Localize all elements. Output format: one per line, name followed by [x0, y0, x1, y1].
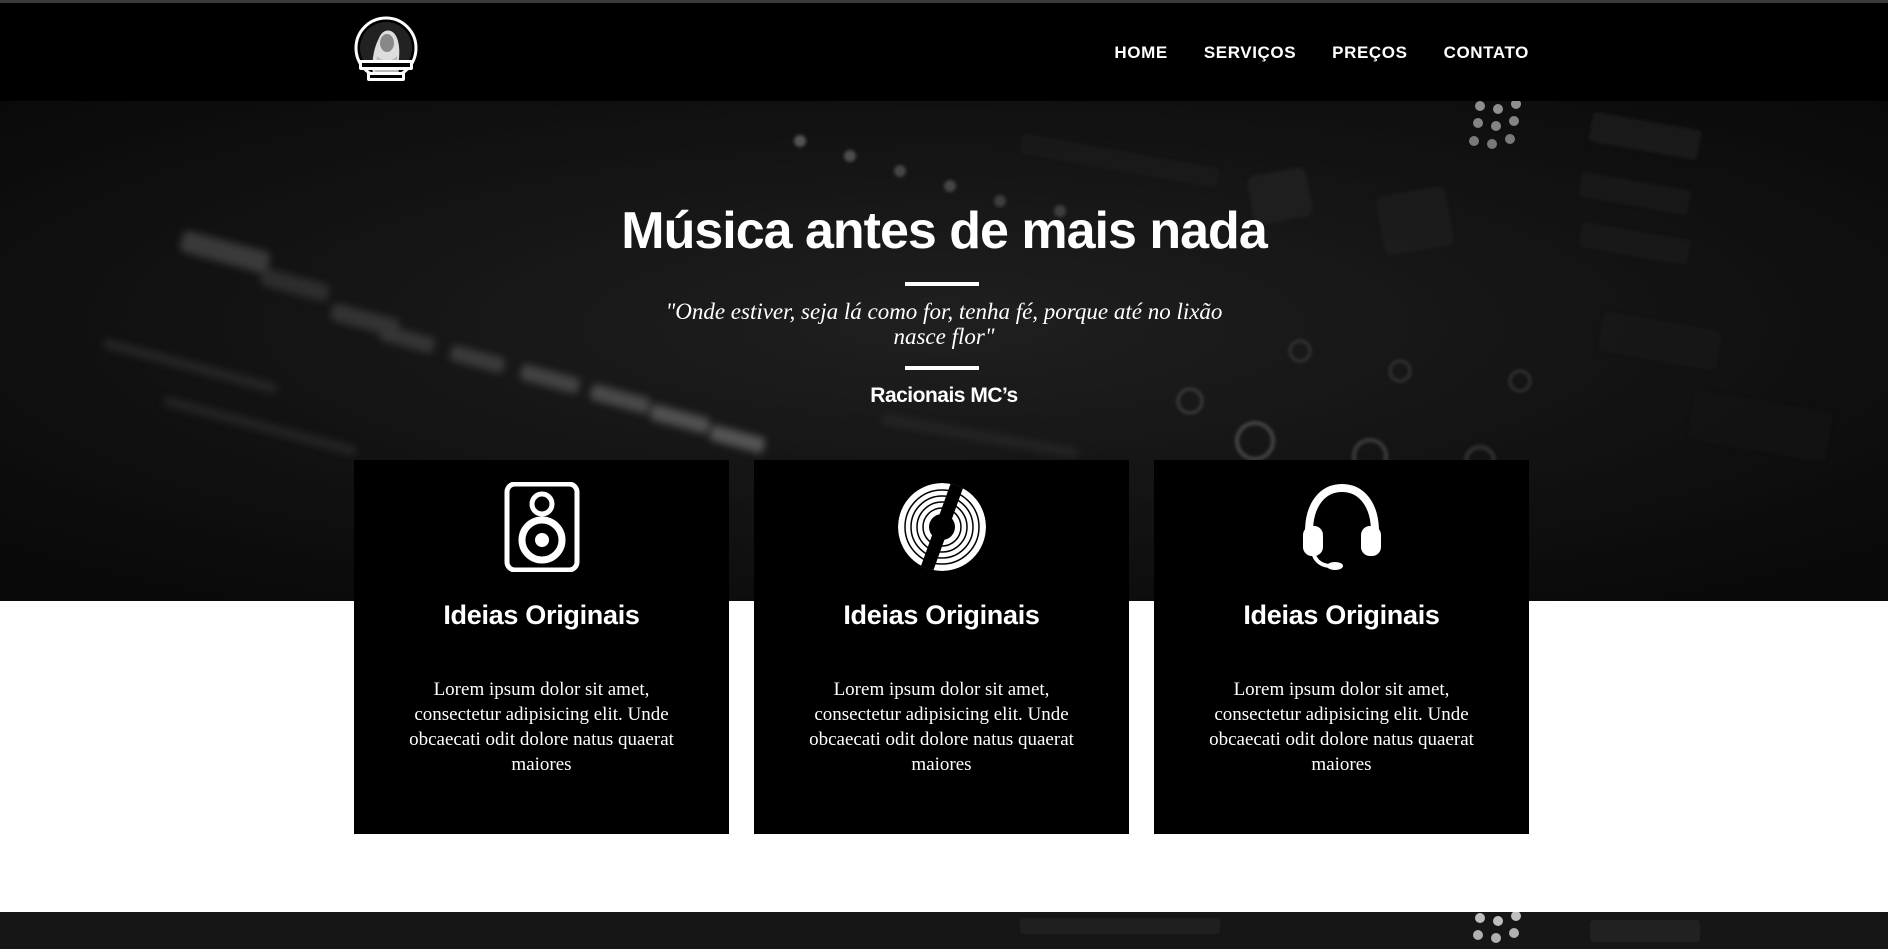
- card-title: Ideias Originais: [443, 600, 640, 630]
- nav-link-servicos[interactable]: SERVIÇOS: [1204, 43, 1296, 63]
- hero-author: Racionais MC’s: [870, 384, 1018, 407]
- feature-card: Ideias Originais Lorem ipsum dolor sit a…: [754, 460, 1129, 834]
- feature-card: Ideias Originais Lorem ipsum dolor sit a…: [1154, 460, 1529, 834]
- section-background-image: [0, 912, 1888, 949]
- vinyl-record-icon: [897, 482, 987, 572]
- speaker-icon: [497, 481, 587, 573]
- card-text: Lorem ipsum dolor sit amet, consectetur …: [409, 679, 674, 775]
- nav-link-precos[interactable]: PREÇOS: [1332, 43, 1407, 63]
- hero-divider-bottom: [905, 366, 979, 370]
- card-title: Ideias Originais: [1243, 600, 1440, 630]
- feature-card: Ideias Originais Lorem ipsum dolor sit a…: [354, 460, 729, 834]
- card-text: Lorem ipsum dolor sit amet, consectetur …: [809, 679, 1074, 775]
- next-section-preview: [0, 912, 1888, 949]
- headphones-icon: [1297, 482, 1387, 572]
- logo-emblem-icon: [354, 16, 418, 81]
- navbar: HOME SERVIÇOS PREÇOS CONTATO: [0, 3, 1888, 101]
- logo[interactable]: [353, 16, 419, 86]
- nav-link-home[interactable]: HOME: [1114, 43, 1167, 63]
- hero-divider-top: [905, 282, 979, 286]
- main-nav: HOME SERVIÇOS PREÇOS CONTATO: [1114, 43, 1529, 63]
- nav-link-contato[interactable]: CONTATO: [1444, 43, 1529, 63]
- hero-quote: "Onde estiver, seja lá como for, tenha f…: [665, 299, 1223, 349]
- card-title: Ideias Originais: [843, 600, 1040, 630]
- hero-title: Música antes de mais nada: [621, 202, 1268, 260]
- card-text: Lorem ipsum dolor sit amet, consectetur …: [1209, 679, 1474, 775]
